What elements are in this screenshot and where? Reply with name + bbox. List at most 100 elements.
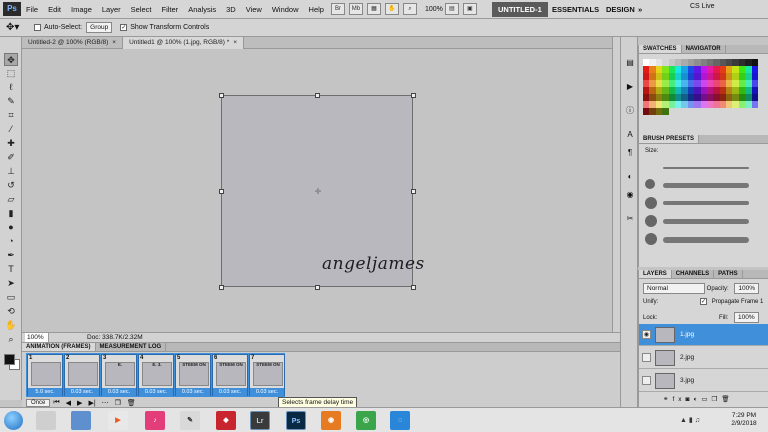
app-red-icon[interactable]: ◆ bbox=[216, 411, 236, 430]
transform-handle[interactable] bbox=[411, 93, 416, 98]
tab-untitled-2[interactable]: Untitled-2 @ 100% (RGB/8) × bbox=[22, 37, 124, 49]
bridge-icon[interactable]: Br bbox=[330, 3, 345, 15]
tray-arrow-icon[interactable]: ▲ bbox=[680, 417, 687, 424]
visibility-eye-icon[interactable]: ◉ bbox=[642, 330, 651, 339]
move-tool[interactable]: ✥ bbox=[4, 53, 18, 66]
frame-delay[interactable]: 0.03 sec. bbox=[176, 388, 210, 396]
menu-window[interactable]: Window bbox=[267, 5, 304, 14]
frame-delay[interactable]: 0.03 sec. bbox=[65, 388, 99, 396]
new-layer-icon[interactable]: ❐ bbox=[712, 396, 722, 403]
marquee-tool[interactable]: ⬚ bbox=[4, 67, 18, 80]
history-icon[interactable]: ▤ bbox=[624, 57, 636, 69]
healing-tool[interactable]: ✚ bbox=[4, 137, 18, 150]
brush-tool[interactable]: ✐ bbox=[4, 151, 18, 164]
color-swatch[interactable] bbox=[751, 87, 759, 94]
animation-frame[interactable]: 3 E. 0.03 sec. bbox=[101, 354, 137, 396]
layer-row[interactable]: 3.jpg bbox=[639, 370, 768, 392]
screen-mode-icon[interactable]: ▣ bbox=[462, 3, 477, 15]
crop-tool[interactable]: ⌗ bbox=[4, 109, 18, 122]
close-icon[interactable]: × bbox=[233, 39, 237, 46]
color-swatch[interactable] bbox=[751, 59, 759, 66]
lasso-tool[interactable]: ℓ bbox=[4, 81, 18, 94]
info-icon[interactable]: ⓘ bbox=[624, 105, 636, 117]
tab-animation-frames[interactable]: ANIMATION (FRAMES) bbox=[22, 343, 96, 351]
color-swatch[interactable] bbox=[751, 94, 759, 101]
menu-view[interactable]: View bbox=[241, 5, 267, 14]
blend-mode-dropdown[interactable]: Normal bbox=[643, 283, 705, 294]
tween-icon[interactable]: ⋯ bbox=[102, 399, 109, 407]
visibility-eye-icon[interactable] bbox=[642, 376, 651, 385]
grid-icon[interactable]: ▦ bbox=[366, 3, 381, 15]
opacity-input[interactable]: 100% bbox=[734, 283, 759, 294]
paragraph-icon[interactable]: ¶ bbox=[624, 147, 636, 159]
first-frame-icon[interactable]: ⏮ bbox=[53, 399, 59, 407]
volume-icon[interactable]: ♫ bbox=[695, 417, 700, 424]
visibility-eye-icon[interactable] bbox=[642, 353, 651, 362]
transform-center-icon[interactable]: ✛ bbox=[314, 188, 322, 196]
animation-frame[interactable]: 5 STEEM ON 0.03 sec. bbox=[175, 354, 211, 396]
photoshop-taskbar-icon[interactable]: Ps bbox=[286, 411, 306, 430]
blur-tool[interactable]: ● bbox=[4, 221, 18, 234]
blue-app-icon[interactable]: ◌ bbox=[390, 411, 410, 430]
gradient-tool[interactable]: ▮ bbox=[4, 207, 18, 220]
clone-stamp-tool[interactable]: ⊥ bbox=[4, 165, 18, 178]
close-icon[interactable]: × bbox=[112, 39, 116, 46]
path-select-tool[interactable]: ➤ bbox=[4, 277, 18, 290]
transform-handle[interactable] bbox=[219, 189, 224, 194]
color-swatch[interactable] bbox=[751, 101, 759, 108]
shape-tool[interactable]: ▭ bbox=[4, 291, 18, 304]
menu-file[interactable]: File bbox=[21, 5, 43, 14]
animation-frame[interactable]: 1 5.0 sec. bbox=[27, 354, 63, 396]
adjustments-icon[interactable]: ◐ bbox=[624, 171, 636, 183]
chrome-icon[interactable]: ◎ bbox=[356, 411, 376, 430]
ie-icon[interactable] bbox=[36, 411, 56, 430]
animation-frame[interactable]: 6 STEEM ON 0.03 sec. bbox=[212, 354, 248, 396]
firefox-icon[interactable]: ◉ bbox=[321, 411, 341, 430]
menu-image[interactable]: Image bbox=[66, 5, 97, 14]
masks-icon[interactable]: ◉ bbox=[624, 189, 636, 201]
play-icon[interactable]: ▶ bbox=[77, 399, 82, 407]
tool-presets-icon[interactable]: ✂ bbox=[624, 213, 636, 225]
status-zoom[interactable]: 100% bbox=[25, 333, 49, 342]
loop-options-dropdown[interactable]: Once bbox=[26, 398, 51, 407]
animation-frame[interactable]: 4 E. 3. 0.03 sec. bbox=[138, 354, 174, 396]
menu-edit[interactable]: Edit bbox=[43, 5, 66, 14]
foreground-color-swatch[interactable] bbox=[4, 354, 15, 365]
frame-delay[interactable]: 5.0 sec. bbox=[28, 388, 62, 396]
color-swatch[interactable] bbox=[751, 66, 759, 73]
settings-icon[interactable]: ✎ bbox=[180, 411, 200, 430]
previous-frame-icon[interactable]: ◀ bbox=[66, 399, 71, 407]
media-player-icon[interactable]: ▶ bbox=[108, 411, 128, 430]
tab-measurement-log[interactable]: MEASUREMENT LOG bbox=[96, 343, 167, 351]
duplicate-frame-icon[interactable]: ❐ bbox=[115, 399, 121, 407]
transform-handle[interactable] bbox=[315, 93, 320, 98]
next-frame-icon[interactable]: ▶| bbox=[88, 399, 95, 407]
auto-select-checkbox[interactable] bbox=[34, 24, 41, 31]
eraser-tool[interactable]: ▱ bbox=[4, 193, 18, 206]
tab-paths[interactable]: PATHS bbox=[714, 270, 743, 278]
menu-layer[interactable]: Layer bbox=[97, 5, 126, 14]
workspace-essentials[interactable]: ESSENTIALS bbox=[546, 2, 605, 17]
cs-live[interactable]: CS Live bbox=[690, 3, 715, 10]
menu-select[interactable]: Select bbox=[126, 5, 157, 14]
pen-tool[interactable]: ✒ bbox=[4, 249, 18, 262]
quick-select-tool[interactable]: ✎ bbox=[4, 95, 18, 108]
layer-row[interactable]: ◉ 1.jpg bbox=[639, 324, 768, 346]
animation-frame[interactable]: 7 STEEM ON 0.03 sec. bbox=[249, 354, 285, 396]
type-tool[interactable]: T bbox=[4, 263, 18, 276]
transform-handle[interactable] bbox=[315, 285, 320, 290]
explorer-icon[interactable] bbox=[71, 411, 91, 430]
zoom-tool[interactable]: ⌕ bbox=[4, 333, 18, 346]
menu-filter[interactable]: Filter bbox=[157, 5, 184, 14]
color-swatch[interactable] bbox=[751, 73, 759, 80]
minibridge-icon[interactable]: Mb bbox=[348, 3, 363, 15]
animation-frame[interactable]: 2 0.03 sec. bbox=[64, 354, 100, 396]
fill-input[interactable]: 100% bbox=[734, 312, 759, 323]
frame-delay[interactable]: 0.03 sec. bbox=[139, 388, 173, 396]
frame-delay[interactable]: 0.03 sec. bbox=[102, 388, 136, 396]
clock[interactable]: 7:29 PM 2/9/2018 bbox=[724, 412, 764, 428]
transform-handle[interactable] bbox=[411, 285, 416, 290]
show-transform-checkbox[interactable]: ✓ bbox=[120, 24, 128, 31]
trash-icon[interactable]: 🗑 bbox=[721, 396, 733, 403]
transform-handle[interactable] bbox=[411, 189, 416, 194]
